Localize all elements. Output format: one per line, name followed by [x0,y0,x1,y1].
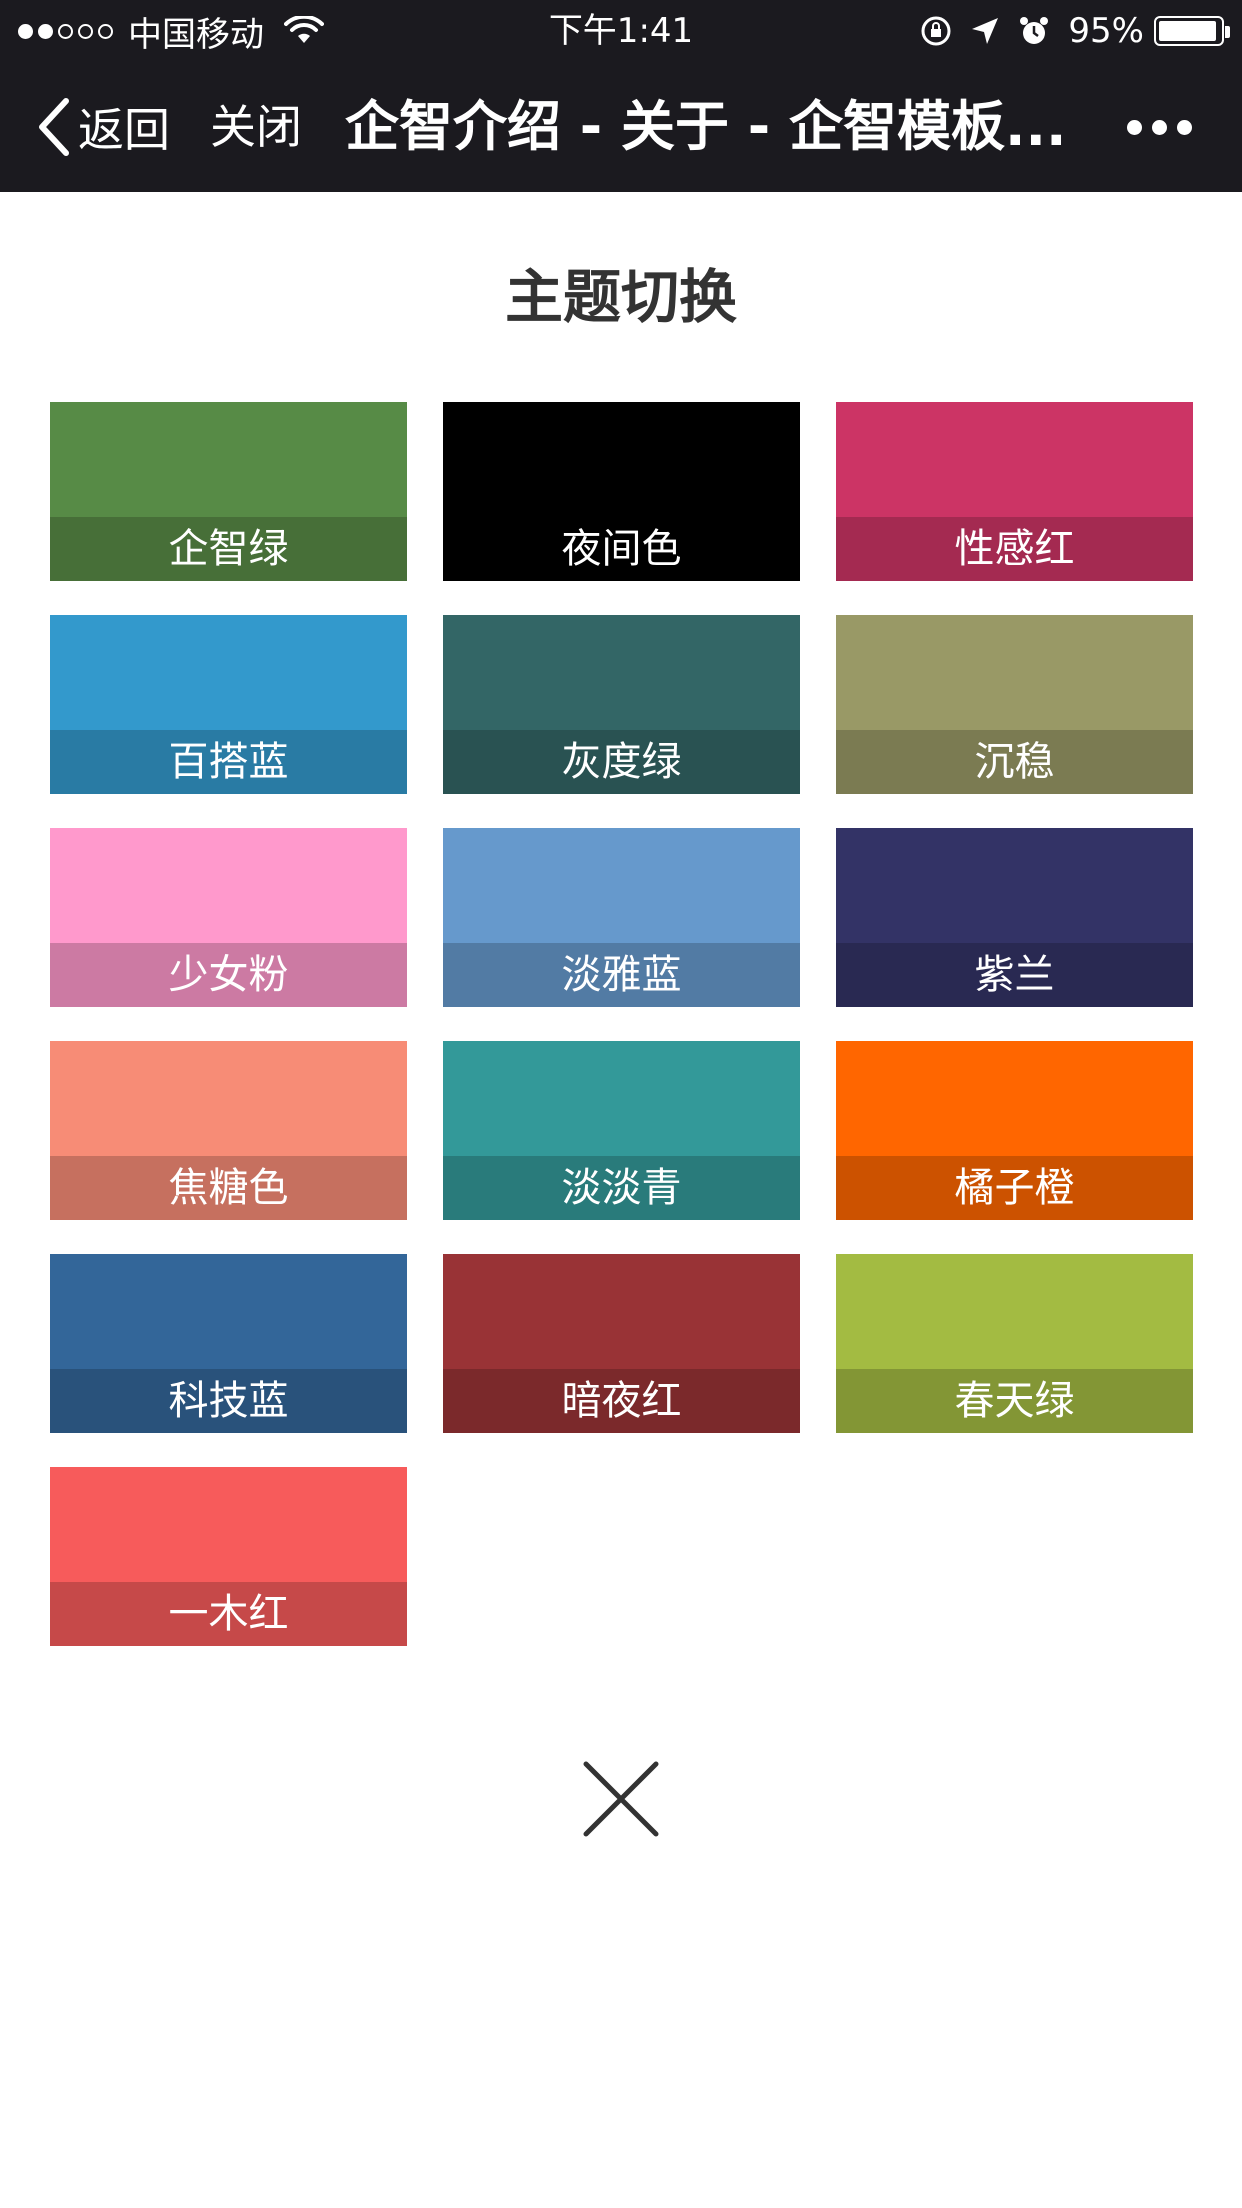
theme-label: 夜间色 [443,517,800,581]
theme-swatch[interactable]: 沉稳 [836,615,1193,794]
theme-swatch[interactable]: 一木红 [50,1467,407,1646]
alarm-icon [1020,17,1049,44]
theme-label: 性感红 [836,517,1193,581]
signal-dot [58,23,73,39]
more-dot [1177,119,1192,135]
more-dot [1152,119,1167,135]
theme-swatch[interactable]: 暗夜红 [443,1254,800,1433]
battery-nub [1225,26,1230,38]
location-arrow-icon [972,18,999,44]
theme-label: 科技蓝 [50,1369,407,1433]
theme-label: 少女粉 [50,943,407,1007]
theme-swatch[interactable]: 春天绿 [836,1254,1193,1433]
chevron-left-icon [39,98,69,156]
signal-dot [18,23,33,39]
theme-label: 暗夜红 [443,1369,800,1433]
theme-swatch[interactable]: 少女粉 [50,828,407,1007]
status-left: 中国移动 [18,8,324,55]
close-link[interactable]: 关闭 [210,62,302,192]
signal-dot [98,23,113,39]
back-label: 返回 [78,103,170,157]
battery-icon [1154,16,1230,46]
more-dot [1127,119,1142,135]
theme-label: 紫兰 [836,943,1193,1007]
theme-label: 百搭蓝 [50,730,407,794]
theme-label: 企智绿 [50,517,407,581]
status-bar: 中国移动 下午1:41 95% [0,0,1242,62]
theme-swatch[interactable]: 焦糖色 [50,1041,407,1220]
battery-fill [1159,21,1216,41]
theme-swatch[interactable]: 夜间色 [443,402,800,581]
theme-label: 沉稳 [836,730,1193,794]
status-right: 95% [902,8,1230,54]
carrier-name: 中国移动 [128,14,264,55]
theme-label: 橘子橙 [836,1156,1193,1220]
theme-swatch[interactable]: 科技蓝 [50,1254,407,1433]
theme-swatch[interactable]: 淡雅蓝 [443,828,800,1007]
nav-bar: 返回 关闭 企智介绍 - 关于 - 企智模板... [0,62,1242,192]
theme-label: 淡雅蓝 [443,943,800,1007]
more-button[interactable] [1117,62,1192,192]
rotation-lock-icon [921,16,951,46]
theme-swatch[interactable]: 紫兰 [836,828,1193,1007]
theme-label: 一木红 [50,1582,407,1646]
theme-swatch[interactable]: 橘子橙 [836,1041,1193,1220]
page-title: 企智介绍 - 关于 - 企智模板... [345,95,1067,158]
theme-label: 焦糖色 [50,1156,407,1220]
close-icon[interactable] [582,1760,660,1838]
theme-swatch[interactable]: 灰度绿 [443,615,800,794]
theme-switch-title: 主题切换 [504,263,737,331]
theme-label: 淡淡青 [443,1156,800,1220]
signal-strength [18,23,118,39]
theme-label: 灰度绿 [443,730,800,794]
signal-dot [38,23,53,39]
theme-swatch[interactable]: 性感红 [836,402,1193,581]
battery-percent: 95% [1068,11,1144,51]
theme-swatch[interactable]: 淡淡青 [443,1041,800,1220]
wifi-icon [284,16,324,43]
theme-label: 春天绿 [836,1369,1193,1433]
theme-swatch[interactable]: 百搭蓝 [50,615,407,794]
theme-swatch[interactable]: 企智绿 [50,402,407,581]
back-button[interactable]: 返回 [36,62,170,192]
signal-dot [78,23,93,39]
